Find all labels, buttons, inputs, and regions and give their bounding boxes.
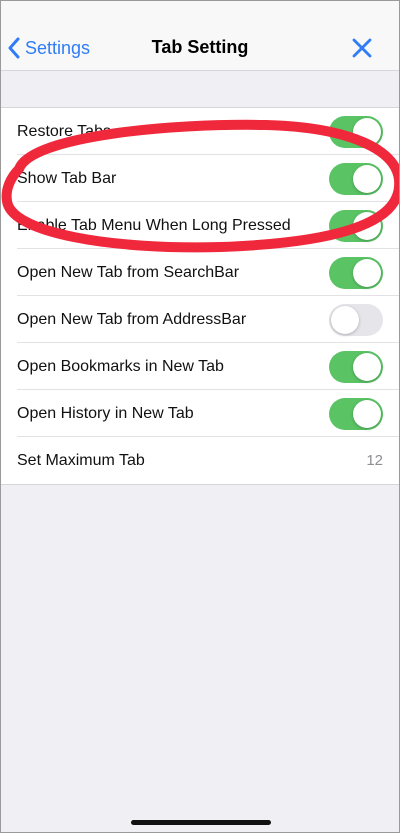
open-history-new-tab-toggle[interactable]	[329, 398, 383, 430]
page-title: Tab Setting	[151, 37, 249, 57]
toggle-knob	[353, 212, 381, 240]
home-indicator	[131, 820, 271, 825]
row-set-maximum-tab[interactable]: Set Maximum Tab 12	[1, 437, 399, 484]
open-new-tab-addressbar-toggle[interactable]	[329, 304, 383, 336]
show-tab-bar-toggle[interactable]	[329, 163, 383, 195]
navigation-bar: Settings Tab Setting	[1, 1, 399, 71]
row-label: Enable Tab Menu When Long Pressed	[17, 216, 291, 234]
row-label: Open History in New Tab	[17, 404, 194, 422]
toggle-knob	[353, 259, 381, 287]
row-show-tab-bar: Show Tab Bar	[1, 155, 399, 202]
row-open-new-tab-searchbar: Open New Tab from SearchBar	[1, 249, 399, 296]
open-bookmarks-new-tab-toggle[interactable]	[329, 351, 383, 383]
screen: Settings Tab Setting Restore Tabs Show T…	[0, 0, 400, 833]
close-icon	[352, 38, 372, 58]
row-label: Restore Tabs	[17, 122, 111, 140]
row-label: Open Bookmarks in New Tab	[17, 357, 224, 375]
toggle-knob	[353, 165, 381, 193]
row-enable-tab-menu: Enable Tab Menu When Long Pressed	[1, 202, 399, 249]
open-new-tab-searchbar-toggle[interactable]	[329, 257, 383, 289]
row-open-bookmarks-new-tab: Open Bookmarks in New Tab	[1, 343, 399, 390]
toggle-knob	[353, 118, 381, 146]
maximum-tab-value: 12	[366, 452, 383, 469]
toggle-knob	[353, 400, 381, 428]
settings-list: Restore Tabs Show Tab Bar Enable Tab Men…	[1, 107, 399, 485]
row-label: Open New Tab from SearchBar	[17, 263, 240, 281]
row-label: Set Maximum Tab	[17, 451, 145, 469]
enable-tab-menu-toggle[interactable]	[329, 210, 383, 242]
row-label: Open New Tab from AddressBar	[17, 310, 247, 328]
row-restore-tabs: Restore Tabs	[1, 108, 399, 155]
row-label: Show Tab Bar	[17, 169, 117, 187]
close-button[interactable]	[349, 35, 375, 61]
row-open-history-new-tab: Open History in New Tab	[1, 390, 399, 437]
toggle-knob	[331, 306, 359, 334]
row-open-new-tab-addressbar: Open New Tab from AddressBar	[1, 296, 399, 343]
restore-tabs-toggle[interactable]	[329, 116, 383, 148]
toggle-knob	[353, 353, 381, 381]
